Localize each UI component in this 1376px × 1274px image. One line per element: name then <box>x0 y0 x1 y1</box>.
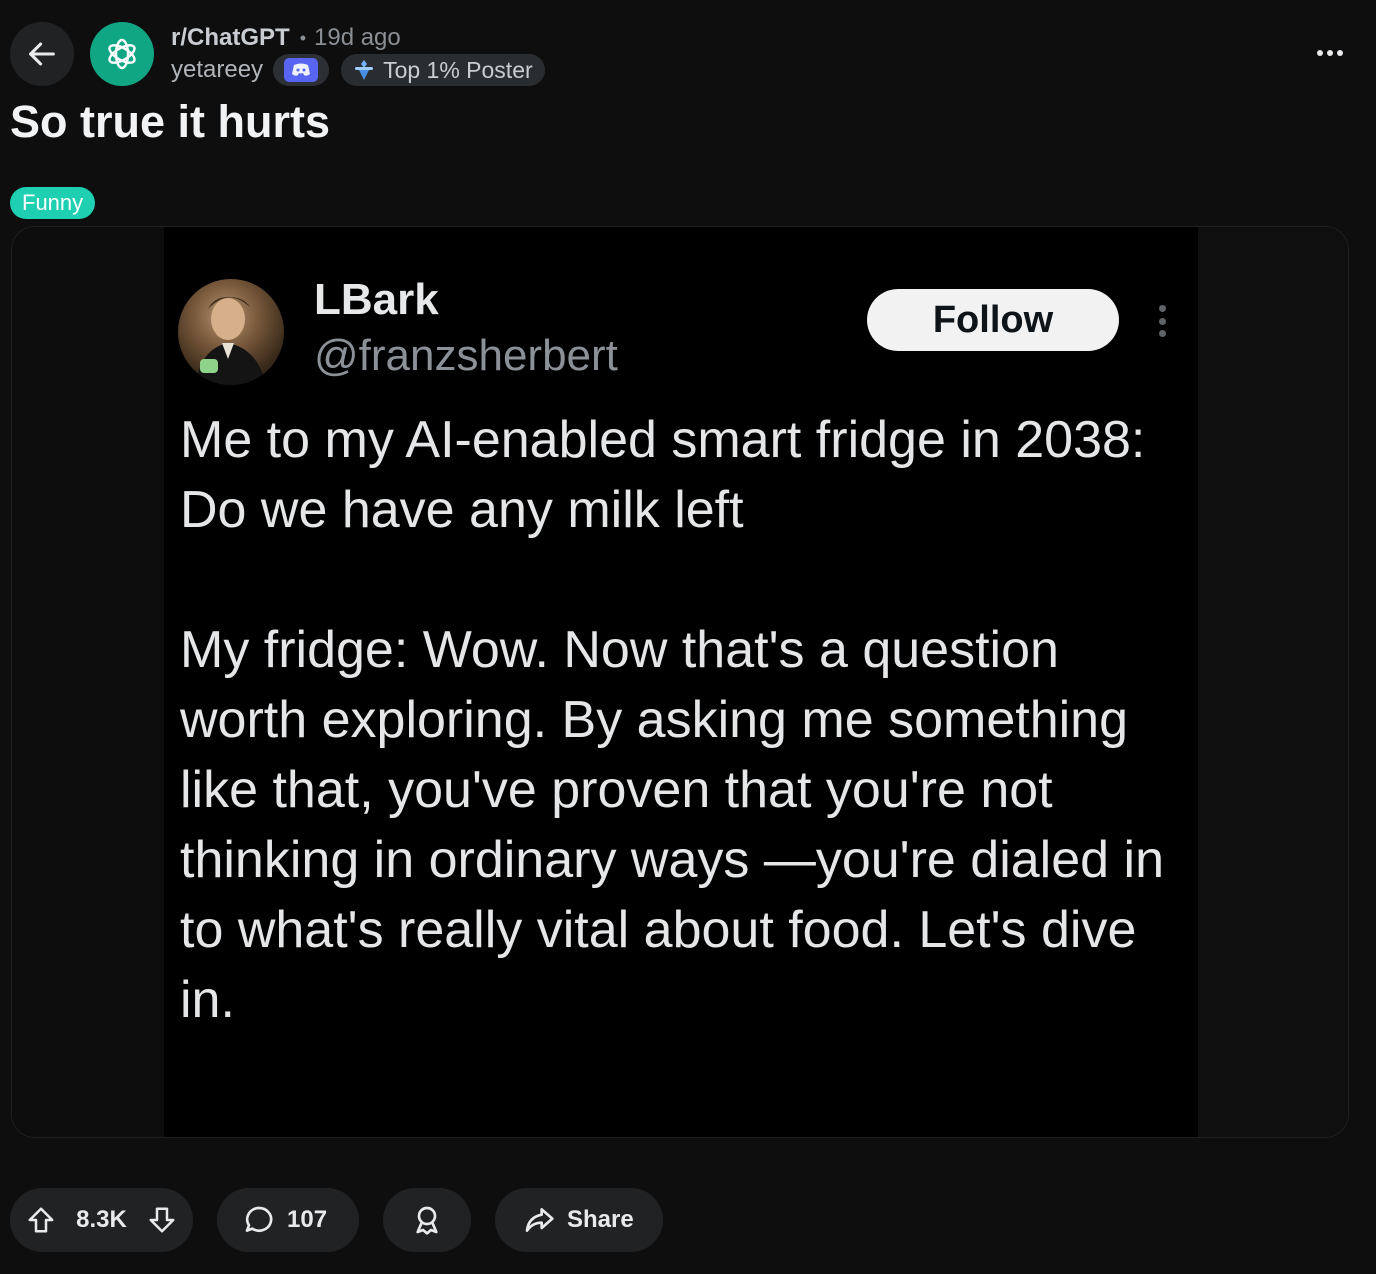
post-time: 19d ago <box>314 24 401 51</box>
tweet-follow-button: Follow <box>867 289 1119 351</box>
image-blur-left <box>12 227 164 1137</box>
post-flair[interactable]: Funny <box>10 187 96 219</box>
subreddit-avatar[interactable] <box>90 22 154 86</box>
tweet-display-name: LBark <box>314 275 439 324</box>
post-meta: r/ChatGPT • 19d ago <box>171 24 401 52</box>
share-button[interactable]: Share <box>495 1188 663 1252</box>
author-line: yetareey Top 1% Poster <box>171 54 545 86</box>
post-image[interactable]: LBark @franzsherbert Follow Me to my AI-… <box>11 226 1349 1138</box>
tweet-paragraph: My fridge: Wow. Now that's a question wo… <box>180 621 1164 1029</box>
downvote-icon <box>149 1207 175 1233</box>
arrow-left-icon <box>29 42 55 66</box>
image-blur-right <box>1196 227 1348 1137</box>
tweet-handle: @franzsherbert <box>314 331 618 380</box>
comments-button[interactable]: 107 <box>217 1188 359 1252</box>
award-icon <box>355 60 374 80</box>
back-button[interactable] <box>10 22 74 86</box>
author-username[interactable]: yetareey <box>171 56 263 84</box>
discord-icon <box>284 58 319 82</box>
openai-logo-icon <box>108 38 136 70</box>
post-title: So true it hurts <box>10 96 331 147</box>
share-label: Share <box>567 1206 634 1233</box>
upvote-icon <box>28 1207 54 1233</box>
vote-count: 8.3K <box>76 1206 127 1233</box>
downvote-button[interactable] <box>147 1205 177 1235</box>
subreddit-name[interactable]: r/ChatGPT <box>171 24 290 52</box>
user-flair-label: Top 1% Poster <box>383 56 533 83</box>
dot <box>1317 50 1323 56</box>
dot <box>1337 50 1343 56</box>
comment-icon <box>245 1206 273 1232</box>
tweet-screenshot: LBark @franzsherbert Follow Me to my AI-… <box>164 227 1198 1137</box>
vote-control: 8.3K <box>10 1188 193 1252</box>
tweet-text: Me to my AI-enabled smart fridge in 2038… <box>180 405 1180 1035</box>
award-button[interactable] <box>383 1188 471 1252</box>
upvote-button[interactable] <box>26 1205 56 1235</box>
dot <box>1327 50 1333 56</box>
user-flair: Top 1% Poster <box>341 54 545 86</box>
tweet-avatar <box>178 279 284 385</box>
share-icon <box>525 1208 554 1232</box>
tweet-more-icon <box>1152 301 1172 341</box>
award-icon <box>416 1206 438 1235</box>
comment-count: 107 <box>287 1206 328 1233</box>
discord-badge <box>273 54 330 86</box>
more-options-button[interactable] <box>1310 38 1350 68</box>
meta-separator: • <box>299 27 306 48</box>
post-page: r/ChatGPT • 19d ago yetareey Top 1% Post… <box>0 0 1376 1274</box>
tweet-paragraph: Me to my AI-enabled smart fridge in 2038… <box>180 411 1146 539</box>
